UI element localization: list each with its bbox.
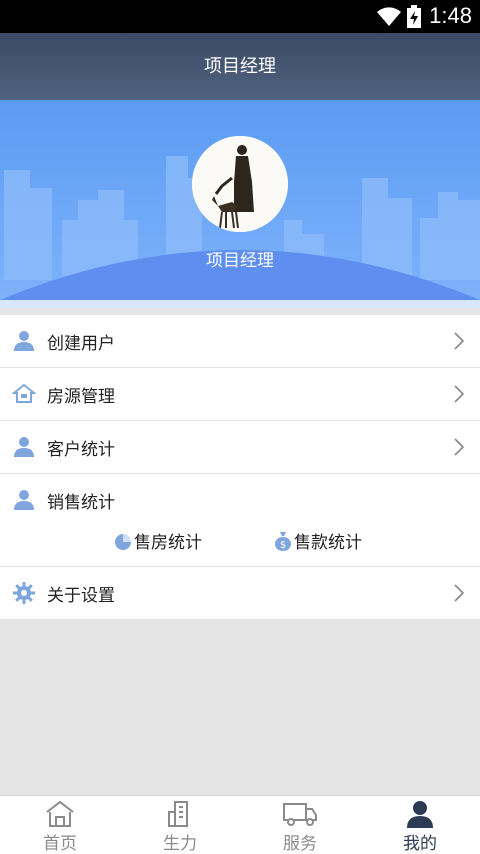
avatar[interactable] [192, 136, 288, 232]
tab-home[interactable]: 首页 [0, 796, 120, 854]
chevron-right-icon [454, 438, 464, 456]
profile-banner: 项目经理 [0, 100, 480, 308]
house-sales-stats-label: 售房统计 [134, 533, 202, 553]
user-icon [14, 331, 34, 351]
menu-item-label: 关于设置 [47, 586, 115, 606]
menu-item-settings[interactable]: 关于设置 [0, 567, 480, 620]
title-bar: 项目经理 [0, 33, 480, 100]
tab-productivity[interactable]: 生力 [120, 796, 240, 854]
chevron-right-icon [454, 584, 464, 602]
house-icon [12, 383, 36, 403]
menu-item-listings[interactable]: 房源管理 [0, 368, 480, 421]
page-title: 项目经理 [204, 56, 276, 77]
status-bar: 1:48 [0, 0, 480, 33]
tab-label: 我的 [403, 834, 437, 854]
menu-item-label: 销售统计 [47, 493, 115, 513]
payment-stats-button[interactable]: $ 售款统计 [274, 528, 362, 553]
menu-item-create-user[interactable]: 创建用户 [0, 315, 480, 368]
house-sales-stats-button[interactable]: 售房统计 [114, 528, 202, 553]
bottom-navigation: 首页 生力 服务 我的 [0, 795, 480, 854]
tab-label: 生力 [163, 834, 197, 854]
truck-icon [283, 803, 317, 826]
chevron-right-icon [454, 385, 464, 403]
tab-label: 服务 [283, 834, 317, 854]
tab-label: 首页 [43, 834, 77, 854]
money-bag-icon: $ [275, 531, 291, 551]
menu-item-sales-stats: 销售统计 售房统计 $ 售款统计 [0, 474, 480, 567]
menu-list: 创建用户 房源管理 客户统计 销售统计 售房统计 $ 售款统计 关于设置 [0, 315, 480, 620]
status-time: 1:48 [429, 3, 472, 28]
pie-chart-icon [115, 533, 131, 550]
menu-item-label: 客户统计 [47, 440, 115, 460]
tab-mine[interactable]: 我的 [360, 796, 480, 854]
gear-icon [13, 582, 35, 604]
menu-item-label: 房源管理 [47, 387, 115, 407]
tab-service[interactable]: 服务 [240, 796, 360, 854]
menu-item-customer-stats[interactable]: 客户统计 [0, 421, 480, 474]
menu-item-label: 创建用户 [47, 334, 115, 354]
avatar-image [192, 136, 288, 232]
payment-stats-label: 售款统计 [294, 533, 362, 553]
profile-name: 项目经理 [206, 251, 274, 271]
building-icon [168, 801, 188, 827]
person-icon [407, 801, 433, 828]
user-icon [14, 490, 34, 510]
wifi-icon [377, 7, 401, 26]
user-icon [14, 437, 34, 457]
battery-icon [407, 5, 421, 28]
svg-text:$: $ [280, 540, 286, 551]
home-icon [46, 800, 74, 827]
chevron-right-icon [454, 332, 464, 350]
